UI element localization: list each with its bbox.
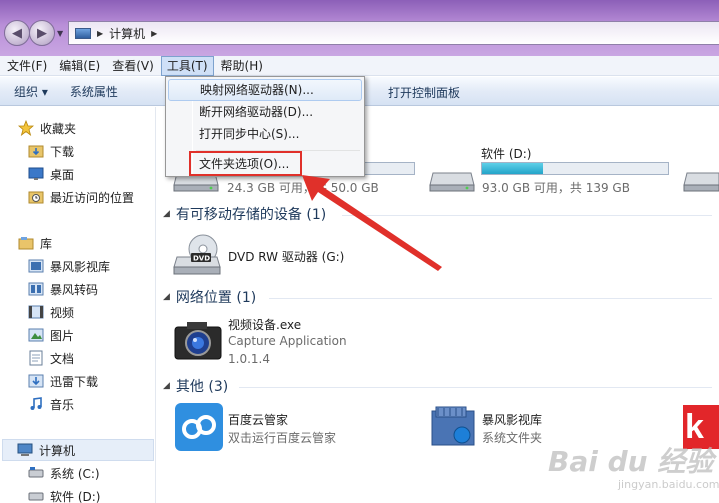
annotation-highlight-box (189, 151, 302, 176)
network-item-desc: Capture Application (228, 334, 347, 348)
breadcrumb-computer[interactable]: 计算机 (109, 25, 145, 42)
desktop-icon (28, 167, 44, 180)
nav-libraries[interactable]: 库 (18, 232, 52, 254)
organize-button[interactable]: 组织 ▾ (14, 83, 48, 100)
nav-library-xunlei-label: 迅雷下载 (50, 374, 99, 389)
collapse-triangle-icon[interactable]: ◢ (163, 292, 170, 302)
nav-library-documents[interactable]: 文档 (28, 347, 74, 369)
menu-bar: 文件(F) 编辑(E) 查看(V) 工具(T) 帮助(H) (0, 55, 719, 76)
group-network-label: 网络位置 (1) (175, 290, 257, 306)
camera-icon (174, 322, 222, 360)
menu-disconnect-network-drive[interactable]: 断开网络驱动器(D)... (168, 101, 362, 123)
system-properties-button[interactable]: 系统属性 (70, 83, 118, 100)
group-divider (239, 387, 712, 388)
videos-library-icon (28, 305, 44, 319)
recent-pages-dropdown-icon[interactable]: ▼ (57, 29, 63, 38)
menu-edit[interactable]: 编辑(E) (54, 56, 105, 76)
nav-recent-places[interactable]: 最近访问的位置 (28, 186, 134, 208)
menu-open-sync-center[interactable]: 打开同步中心(S)... (168, 123, 362, 145)
baidu-cloud-desc: 双击运行百度云管家 (228, 431, 337, 445)
collapse-triangle-icon[interactable]: ◢ (163, 381, 170, 391)
nav-computer-label: 计算机 (39, 443, 76, 458)
back-arrow-icon: ◀ (12, 25, 22, 41)
nav-library-transcode-label: 暴风转码 (50, 282, 99, 297)
drive-d-name: 软件 (D:) (481, 147, 532, 161)
nav-library-music[interactable]: 音乐 (28, 393, 74, 415)
back-button[interactable]: ◀ (4, 20, 30, 46)
star-icon (18, 120, 34, 136)
nav-favorites-label: 收藏夹 (40, 121, 77, 136)
network-item-name: 视频设备.exe (228, 318, 302, 332)
nav-desktop-label: 桌面 (50, 167, 75, 182)
video-library-icon (28, 259, 44, 273)
baidu-watermark-url: jingyan.baidu.com (618, 478, 719, 491)
nav-library-video-lib[interactable]: 暴风影视库 (28, 255, 110, 277)
nav-recent-label: 最近访问的位置 (50, 190, 135, 205)
menu-help[interactable]: 帮助(H) (216, 56, 268, 76)
drive-icon (28, 492, 44, 501)
nav-drive-c-label: 系统 (C:) (50, 466, 100, 481)
window-titlebar: ◀ ▶ ▼ ▶ 计算机 ▶ (0, 0, 719, 56)
nav-favorites[interactable]: 收藏夹 (18, 117, 76, 139)
computer-icon (75, 27, 91, 39)
navigation-pane: 收藏夹 下载 桌面 最近访问的位置 库 暴风影视库 暴风转码 视频 图片 文档 … (0, 107, 156, 503)
transcode-library-icon (28, 282, 44, 296)
nav-library-music-label: 音乐 (50, 397, 75, 412)
video-library-folder-icon (431, 406, 475, 446)
baofeng-library-name: 暴风影视库 (482, 413, 543, 427)
system-drive-icon (28, 467, 44, 478)
xunlei-download-icon (28, 374, 44, 388)
menu-tools[interactable]: 工具(T) (160, 55, 214, 76)
nav-drive-d[interactable]: 软件 (D:) (28, 485, 100, 503)
menu-map-network-drive[interactable]: 映射网络驱动器(N)... (168, 79, 362, 101)
dvd-drive-icon: DVD (173, 234, 221, 275)
nav-library-documents-label: 文档 (50, 351, 75, 366)
baidu-watermark-logo: Bai du 经验 (548, 445, 714, 478)
nav-drive-d-label: 软件 (D:) (50, 489, 101, 503)
breadcrumb-chevron-icon[interactable]: ▶ (97, 29, 103, 38)
baidu-cloud-icon (175, 403, 223, 451)
drive-d-usage-fill (482, 163, 544, 174)
nav-library-videos-label: 视频 (50, 305, 75, 320)
group-other-header[interactable]: ◢ 其他 (3) (163, 376, 228, 396)
group-network-header[interactable]: ◢ 网络位置 (1) (163, 287, 256, 307)
nav-library-pictures-label: 图片 (50, 328, 75, 343)
drive-d-free-space: 93.0 GB 可用，共 139 GB (482, 181, 630, 195)
nav-downloads-label: 下载 (50, 144, 75, 159)
documents-library-icon (29, 350, 43, 366)
baofeng-library-desc: 系统文件夹 (482, 431, 543, 445)
pictures-library-icon (28, 328, 44, 342)
open-control-panel-button[interactable]: 打开控制面板 (388, 84, 460, 101)
nav-libraries-label: 库 (40, 236, 53, 251)
menu-view[interactable]: 查看(V) (107, 56, 159, 76)
nav-library-pictures[interactable]: 图片 (28, 324, 74, 346)
downloads-folder-icon (28, 145, 44, 158)
libraries-icon (18, 237, 34, 250)
forward-button[interactable]: ▶ (29, 20, 55, 46)
network-item-version: 1.0.1.4 (228, 352, 270, 366)
recent-places-icon (28, 191, 44, 204)
nav-downloads[interactable]: 下载 (28, 140, 74, 162)
nav-library-videos[interactable]: 视频 (28, 301, 74, 323)
nav-library-transcode[interactable]: 暴风转码 (28, 278, 98, 300)
nav-desktop[interactable]: 桌面 (28, 163, 74, 185)
music-note-icon (30, 397, 42, 410)
forward-arrow-icon: ▶ (37, 25, 47, 41)
menu-file[interactable]: 文件(F) (2, 56, 52, 76)
nav-computer[interactable]: 计算机 (2, 439, 154, 461)
baidu-cloud-name: 百度云管家 (228, 413, 289, 427)
collapse-triangle-icon[interactable]: ◢ (163, 209, 170, 219)
computer-icon (17, 443, 33, 456)
hard-drive-icon[interactable] (683, 167, 719, 193)
group-other-label: 其他 (3) (175, 379, 229, 395)
drive-d-usage-bar (481, 162, 669, 175)
svg-text:DVD: DVD (193, 255, 210, 263)
group-divider (269, 298, 712, 299)
address-bar[interactable]: ▶ 计算机 ▶ (68, 21, 719, 45)
annotation-arrow-icon (302, 175, 442, 271)
nav-library-xunlei[interactable]: 迅雷下载 (28, 370, 98, 392)
nav-library-video-lib-label: 暴风影视库 (50, 259, 111, 274)
breadcrumb-chevron-icon[interactable]: ▶ (151, 29, 157, 38)
nav-drive-c[interactable]: 系统 (C:) (28, 462, 100, 484)
